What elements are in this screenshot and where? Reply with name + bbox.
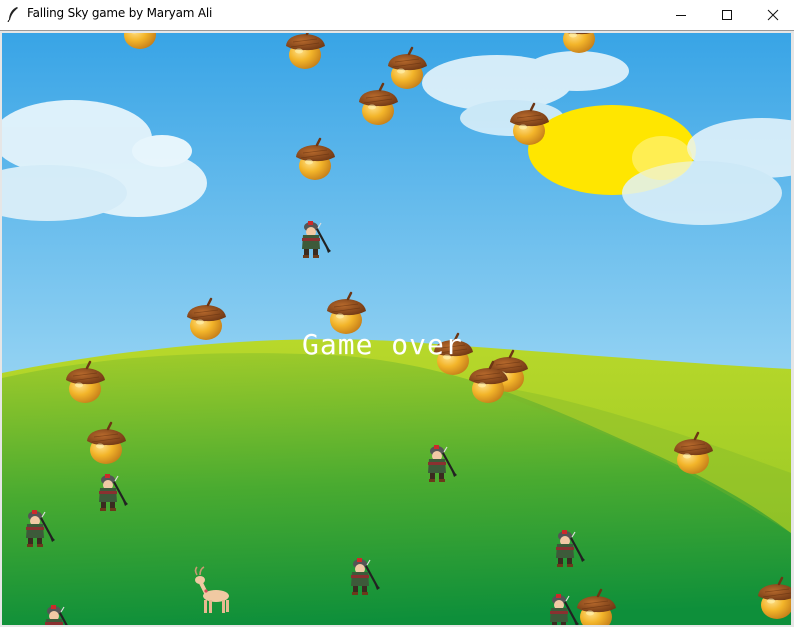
minimize-icon xyxy=(676,15,686,16)
close-icon xyxy=(767,9,779,21)
minimize-button[interactable] xyxy=(658,0,704,30)
window-titlebar[interactable]: Falling Sky game by Maryam Ali xyxy=(0,0,794,30)
game-canvas[interactable]: Game over xyxy=(2,33,791,625)
maximize-button[interactable] xyxy=(704,0,750,30)
close-button[interactable] xyxy=(750,0,794,30)
game-over-text: Game over xyxy=(302,328,463,361)
window-title: Falling Sky game by Maryam Ali xyxy=(27,6,213,20)
maximize-icon xyxy=(722,10,732,20)
feather-icon xyxy=(7,7,18,22)
